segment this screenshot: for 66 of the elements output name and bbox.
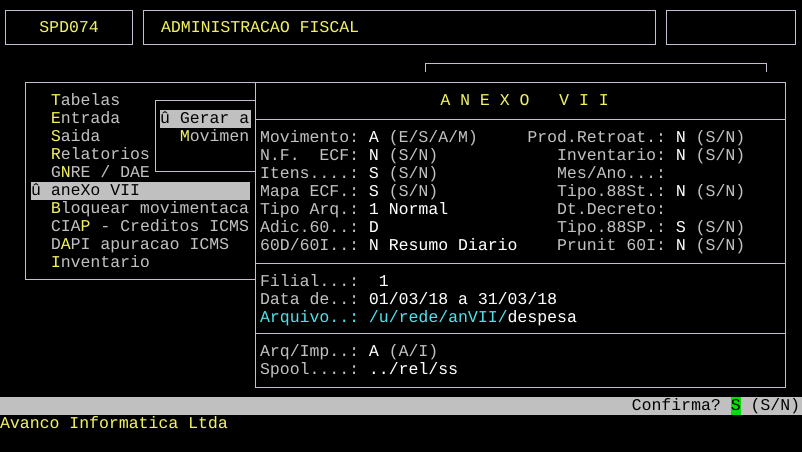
field-value[interactable]: S [676,219,686,237]
menu-item[interactable]: û aneXo VII [31,182,250,200]
field-hint: (S/N) [388,183,438,201]
submenu-item[interactable]: û Gerar a [160,110,251,128]
menu-item[interactable]: Relatorios [31,146,150,164]
menu-item[interactable]: Inventario [31,254,150,272]
field-label: 60D/60I..: [260,237,360,255]
menu-item[interactable]: Bloquear movimentaca [31,200,249,218]
field-hint: (S/N) [696,237,746,255]
program-code: SPD074 [39,18,99,36]
field-label: Itens....: [260,165,360,183]
field-label: Arq/Imp..: [260,343,360,361]
submenu-item[interactable]: Movimen [160,128,250,146]
field-label: Spool....: [260,361,360,379]
field-value[interactable]: N [676,237,686,255]
menu-item[interactable]: DAPI apuracao ICMS [31,236,230,254]
confirm-input[interactable]: S [730,397,741,415]
field-label: Prunit 60I: [556,237,667,255]
field-hint: (S/N) [696,147,746,165]
field-label: Data de..: [260,291,360,309]
field-hint: (E/S/A/M) [388,129,478,147]
system-title: ADMINISTRACAO FISCAL [161,18,360,36]
field-hint: (S/N) [696,183,746,201]
field-label: Inventario: [556,147,667,165]
field-value[interactable]: S [368,165,379,183]
menu-item[interactable]: Saida [31,128,100,146]
field-hint: (A/I) [388,343,438,361]
field-value[interactable]: S [368,183,379,201]
field-value[interactable]: N [676,183,686,201]
field-value[interactable]: N [368,147,379,165]
field-label: Movimento: [260,129,360,147]
field-hint: (S/N) [696,129,746,147]
field-value[interactable]: 01/03/18 a 31/03/18 [368,291,558,309]
file-name[interactable]: despesa [508,309,577,327]
field-value[interactable]: N Resumo Diario [368,237,518,255]
field-label: Mapa ECF.: [260,183,360,201]
field-hint: (S/N) [388,165,438,183]
field-hint: (S/N) [696,219,746,237]
field-label: Dt.Decreto: [556,201,667,219]
confirm-hint: (S/N) [750,397,800,415]
field-value[interactable]: N [676,147,686,165]
confirm-prompt: Confirma? [632,397,721,415]
field-value[interactable]: A [368,343,379,361]
field-value[interactable]: D [368,219,379,237]
field-value[interactable]: A [368,129,379,147]
window-title: A N E X O V I I [440,92,609,110]
menu-item[interactable]: Entrada [31,110,120,128]
field-label: N.F. ECF: [260,147,360,165]
field-label: Tipo.88St.: [556,183,667,201]
menu-item[interactable]: GNRE / DAE [31,164,150,182]
field-hint: (S/N) [388,147,438,165]
field-label: Adic.60..: [260,219,360,237]
file-path[interactable]: /u/rede/anVII/ [368,309,508,327]
field-label: Prod.Retroat.: [526,129,667,147]
menu-item[interactable]: Tabelas [31,92,120,110]
field-label: Filial...: [260,273,360,291]
field-value[interactable]: ../rel/ss [368,361,458,379]
field-label: Arquivo..: [260,309,360,327]
field-label: Tipo.88SP.: [556,219,667,237]
field-value[interactable]: N [676,129,686,147]
field-label: Mes/Ano...: [556,165,667,183]
field-label: Tipo Arq.: [260,201,360,219]
field-value[interactable]: 1 [378,273,389,291]
menu-item[interactable]: CIAP - Creditos ICMS [31,218,249,236]
footer-company: Avanco Informatica Ltda [0,414,228,433]
field-value[interactable]: 1 Normal [368,201,448,219]
